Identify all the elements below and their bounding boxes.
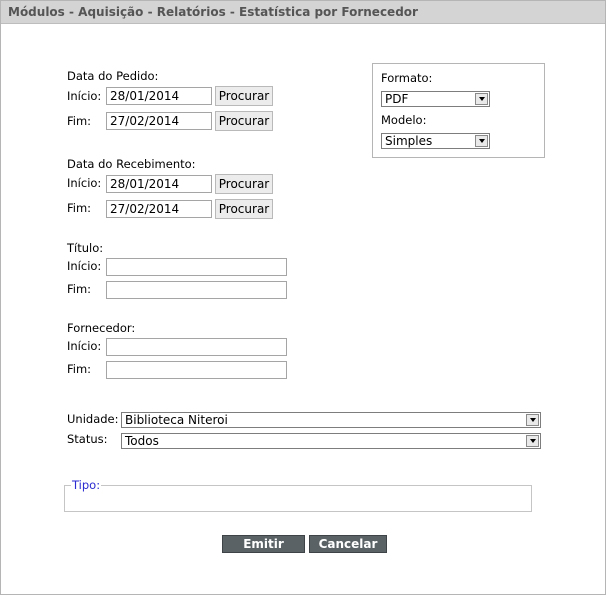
data-pedido-heading: Data do Pedido: bbox=[67, 69, 159, 83]
fornecedor-inicio-label: Início: bbox=[67, 339, 102, 353]
chevron-down-icon bbox=[475, 135, 488, 147]
cancelar-button[interactable]: Cancelar bbox=[309, 535, 387, 553]
data-pedido-inicio-label: Início: bbox=[67, 89, 102, 103]
data-pedido-fim-procurar-button[interactable]: Procurar bbox=[215, 111, 273, 131]
modelo-select[interactable]: Simples bbox=[381, 133, 490, 149]
status-label: Status: bbox=[67, 432, 108, 446]
data-recebimento-inicio-procurar-button[interactable]: Procurar bbox=[215, 174, 273, 194]
data-recebimento-fim-input[interactable]: 27/02/2014 bbox=[106, 200, 212, 218]
emitir-button[interactable]: Emitir bbox=[222, 535, 305, 553]
format-panel: Formato: PDF Modelo: Simples bbox=[372, 63, 545, 158]
formato-label: Formato: bbox=[381, 71, 433, 85]
data-recebimento-inicio-label: Início: bbox=[67, 176, 102, 190]
chevron-down-icon bbox=[526, 414, 539, 426]
formato-value: PDF bbox=[385, 92, 409, 106]
fornecedor-fim-input[interactable] bbox=[106, 361, 287, 379]
data-recebimento-fim-procurar-button[interactable]: Procurar bbox=[215, 199, 273, 219]
titulo-inicio-input[interactable] bbox=[106, 258, 287, 276]
modelo-label: Modelo: bbox=[381, 113, 427, 127]
unidade-select[interactable]: Biblioteca Niteroi bbox=[121, 412, 541, 428]
unidade-value: Biblioteca Niteroi bbox=[125, 413, 228, 427]
status-value: Todos bbox=[125, 434, 159, 448]
fornecedor-fim-label: Fim: bbox=[67, 362, 92, 376]
status-select[interactable]: Todos bbox=[121, 433, 541, 449]
titulo-inicio-label: Início: bbox=[67, 259, 102, 273]
titulo-heading: Título: bbox=[67, 241, 104, 255]
report-window: Módulos - Aquisição - Relatórios - Estat… bbox=[0, 0, 606, 595]
formato-select[interactable]: PDF bbox=[381, 91, 490, 107]
fornecedor-inicio-input[interactable] bbox=[106, 338, 287, 356]
page-title: Módulos - Aquisição - Relatórios - Estat… bbox=[8, 5, 418, 19]
data-pedido-inicio-procurar-button[interactable]: Procurar bbox=[215, 86, 273, 106]
fornecedor-heading: Fornecedor: bbox=[67, 321, 136, 335]
tipo-fieldset bbox=[64, 485, 532, 512]
data-recebimento-heading: Data do Recebimento: bbox=[67, 157, 196, 171]
tipo-legend: Tipo: bbox=[71, 478, 102, 492]
unidade-label: Unidade: bbox=[67, 412, 119, 426]
modelo-value: Simples bbox=[385, 134, 433, 148]
titulo-fim-input[interactable] bbox=[106, 281, 287, 299]
data-recebimento-fim-label: Fim: bbox=[67, 201, 92, 215]
data-pedido-inicio-input[interactable]: 28/01/2014 bbox=[106, 87, 212, 105]
titulo-fim-label: Fim: bbox=[67, 282, 92, 296]
data-pedido-fim-label: Fim: bbox=[67, 114, 92, 128]
chevron-down-icon bbox=[475, 93, 488, 105]
title-bar: Módulos - Aquisição - Relatórios - Estat… bbox=[1, 1, 605, 24]
data-recebimento-inicio-input[interactable]: 28/01/2014 bbox=[106, 175, 212, 193]
data-pedido-fim-input[interactable]: 27/02/2014 bbox=[106, 112, 212, 130]
chevron-down-icon bbox=[526, 435, 539, 447]
